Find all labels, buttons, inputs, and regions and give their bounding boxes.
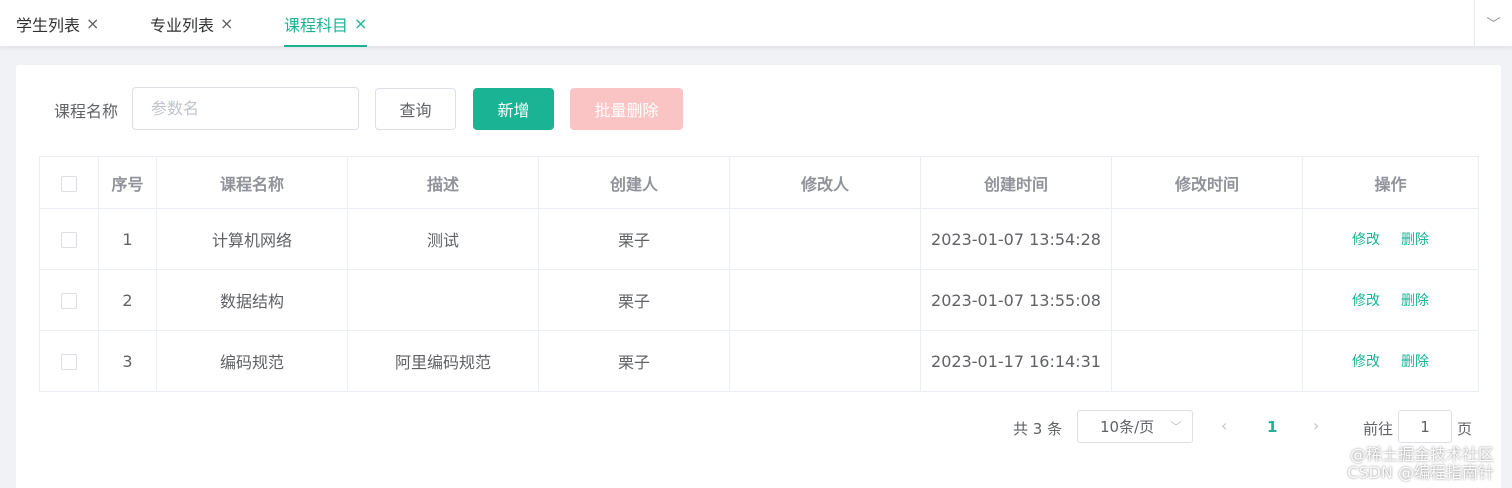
close-icon[interactable]: × — [354, 14, 367, 33]
table-row: 3 编码规范 阿里编码规范 栗子 2023-01-17 16:14:31 修改 … — [39, 330, 1479, 392]
row-checkbox[interactable] — [61, 232, 77, 248]
tab-label: 专业列表 — [150, 15, 215, 35]
cell-desc: 测试 — [347, 208, 539, 270]
row-checkbox[interactable] — [61, 354, 77, 370]
cell-actions: 修改 删除 — [1302, 269, 1479, 331]
delete-link[interactable]: 删除 — [1401, 354, 1429, 370]
tab-label: 课程科目 — [284, 15, 349, 35]
pagination-goto-label: 前往 — [1363, 420, 1394, 438]
cell-actions: 修改 删除 — [1302, 208, 1479, 270]
edit-link[interactable]: 修改 — [1352, 232, 1380, 248]
tabs-bar: 学生列表 × 专业列表 × 课程科目 × ﹀ — [0, 0, 1512, 47]
cell-index: 2 — [98, 269, 157, 331]
delete-link[interactable]: 删除 — [1401, 293, 1429, 309]
cell-modified — [1111, 330, 1303, 392]
cell-index: 3 — [98, 330, 157, 392]
tab-course-subjects[interactable]: 课程科目 × — [284, 0, 368, 47]
pagination-total: 共 3 条 — [1013, 420, 1063, 438]
edit-link[interactable]: 修改 — [1352, 293, 1380, 309]
table-row: 2 数据结构 栗子 2023-01-07 13:55:08 修改 删除 — [39, 269, 1479, 331]
table-header-row: 序号 课程名称 描述 创建人 修改人 创建时间 修改时间 操作 — [39, 156, 1479, 209]
cell-name: 编码规范 — [156, 330, 348, 392]
content-panel: 课程名称 查询 新增 批量删除 序号 课程名称 描述 创建人 修改人 创建时间 — [16, 65, 1501, 488]
row-select-cell — [39, 269, 99, 331]
cell-created: 2023-01-07 13:54:28 — [920, 208, 1112, 270]
tab-major-list[interactable]: 专业列表 × — [150, 0, 233, 47]
tab-label: 学生列表 — [16, 15, 81, 35]
delete-link[interactable]: 删除 — [1401, 232, 1429, 248]
select-all-checkbox[interactable] — [61, 175, 77, 192]
cell-name: 数据结构 — [156, 269, 348, 331]
cell-created: 2023-01-17 16:14:31 — [920, 330, 1112, 392]
watermark-line: @稀土掘金技术社区 — [1349, 445, 1494, 464]
chevron-left-icon[interactable]: ‹ — [1221, 416, 1227, 435]
cell-desc — [347, 269, 539, 331]
edit-link[interactable]: 修改 — [1352, 354, 1380, 370]
select-all-cell — [39, 156, 99, 209]
cell-created: 2023-01-07 13:55:08 — [920, 269, 1112, 331]
chevron-right-icon[interactable]: › — [1313, 416, 1319, 435]
page-size-select[interactable]: 10条/页 ﹀ — [1077, 410, 1193, 443]
table-row: 1 计算机网络 测试 栗子 2023-01-07 13:54:28 修改 删除 — [39, 208, 1479, 270]
watermark-line: CSDN @编程指南针 — [1347, 463, 1494, 482]
search-input[interactable] — [132, 87, 359, 130]
row-select-cell — [39, 208, 99, 270]
watermark: @稀土掘金技术社区 CSDN @编程指南针 — [1347, 446, 1494, 482]
add-button[interactable]: 新增 — [473, 88, 554, 130]
column-header: 修改时间 — [1111, 156, 1303, 209]
cell-creator: 栗子 — [538, 269, 730, 331]
cell-modifier — [729, 269, 921, 331]
column-header: 描述 — [347, 156, 539, 209]
goto-page-input[interactable] — [1398, 410, 1452, 443]
cell-modifier — [729, 208, 921, 270]
cell-modified — [1111, 208, 1303, 270]
course-name-label: 课程名称 — [54, 102, 119, 121]
cell-name: 计算机网络 — [156, 208, 348, 270]
chevron-down-icon[interactable]: ﹀ — [1474, 0, 1512, 47]
chevron-down-icon: ﹀ — [1169, 420, 1182, 434]
pagination-page-suffix: 页 — [1457, 420, 1473, 438]
cell-modified — [1111, 269, 1303, 331]
column-header: 序号 — [98, 156, 157, 209]
column-header: 创建时间 — [920, 156, 1112, 209]
cell-actions: 修改 删除 — [1302, 330, 1479, 392]
row-select-cell — [39, 330, 99, 392]
cell-desc: 阿里编码规范 — [347, 330, 539, 392]
column-header: 操作 — [1302, 156, 1479, 209]
query-button[interactable]: 查询 — [375, 88, 456, 130]
page-size-value: 10条/页 — [1100, 418, 1155, 436]
row-checkbox[interactable] — [61, 293, 77, 309]
column-header: 修改人 — [729, 156, 921, 209]
column-header: 创建人 — [538, 156, 730, 209]
cell-index: 1 — [98, 208, 157, 270]
cell-creator: 栗子 — [538, 208, 730, 270]
cell-creator: 栗子 — [538, 330, 730, 392]
batch-delete-button[interactable]: 批量删除 — [570, 88, 683, 130]
tab-student-list[interactable]: 学生列表 × — [16, 0, 99, 47]
course-table: 序号 课程名称 描述 创建人 修改人 创建时间 修改时间 操作 1 计算机网络 … — [39, 156, 1479, 392]
close-icon[interactable]: × — [86, 14, 99, 33]
column-header: 课程名称 — [156, 156, 348, 209]
close-icon[interactable]: × — [220, 14, 233, 33]
cell-modifier — [729, 330, 921, 392]
pagination-current-page[interactable]: 1 — [1267, 418, 1277, 436]
